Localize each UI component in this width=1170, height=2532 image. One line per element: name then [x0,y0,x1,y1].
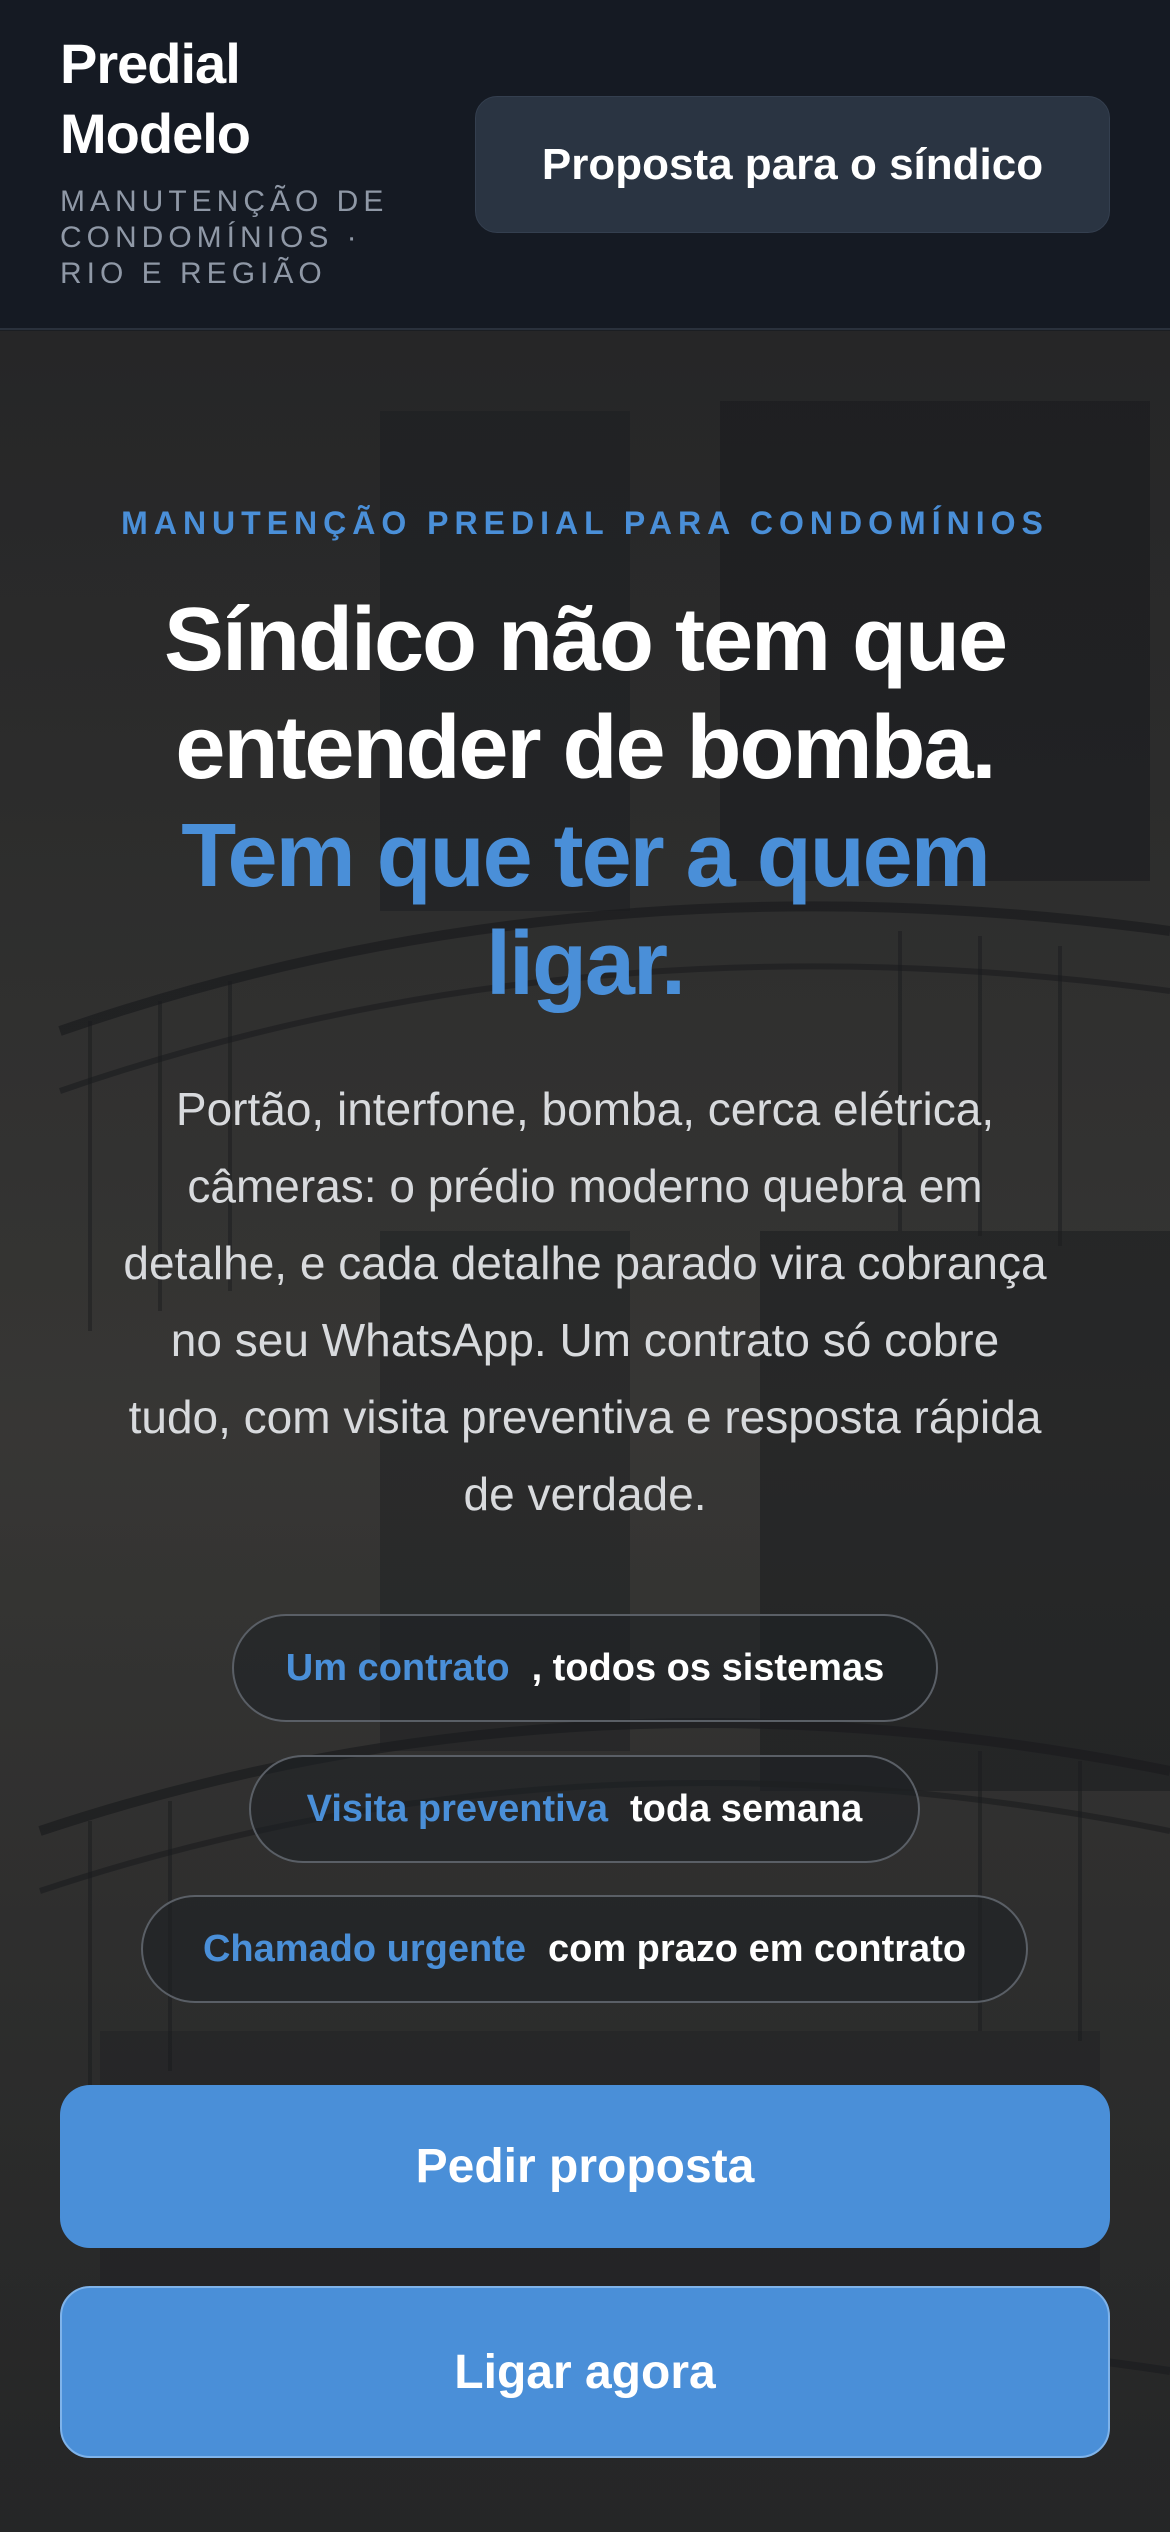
pill-highlight: Visita preventiva [306,1787,609,1830]
lead-line: no seu WhatsApp. Um contrato só cobre [170,1314,1000,1366]
feature-pill-preventive-visit: Visita preventiva toda semana [249,1755,920,1863]
hero-headline: Síndico não tem que entender de bomba. T… [60,586,1110,1018]
pill-text: , todos os sistemas [531,1646,885,1689]
feature-pill-urgent-call: Chamado urgente com prazo em contrato [141,1895,1028,2003]
lead-line: de verdade. [463,1468,707,1520]
request-proposal-button[interactable]: Pedir proposta [60,2085,1110,2248]
feature-pill-contract: Um contrato , todos os sistemas [232,1614,938,1722]
headline-accent-line2: ligar. [485,914,686,1014]
hero-lead: Portão, interfone, bomba, cerca elétrica… [60,1071,1110,1533]
lead-line: Portão, interfone, bomba, cerca elétrica… [175,1083,995,1135]
pill-highlight: Chamado urgente [202,1927,526,1970]
pill-text: toda semana [630,1787,863,1830]
site-header: Predial Modelo MANUTENÇÃO DE CONDOMÍNIOS… [0,0,1170,330]
brand[interactable]: Predial Modelo MANUTENÇÃO DE CONDOMÍNIOS… [60,32,440,292]
hero-eyebrow: MANUTENÇÃO PREDIAL PARA CONDOMÍNIOS [121,505,1049,541]
tagline-line3: RIO E REGIÃO [60,257,327,290]
lead-line: câmeras: o prédio moderno quebra em [187,1160,983,1212]
brand-tagline: MANUTENÇÃO DE CONDOMÍNIOS · RIO E REGIÃO [60,184,440,292]
proposal-button[interactable]: Proposta para o síndico [475,96,1110,233]
headline-line2: entender de bomba. [175,698,996,798]
pill-highlight: Um contrato [285,1646,510,1689]
pill-text: com prazo em contrato [547,1927,967,1970]
headline-line1: Síndico não tem que [163,590,1008,690]
call-now-button[interactable]: Ligar agora [60,2286,1110,2458]
brand-name: Predial Modelo [60,18,440,180]
tagline-line1: MANUTENÇÃO DE [60,185,389,218]
lead-line: detalhe, e cada detalhe parado vira cobr… [123,1237,1047,1289]
brand-name-line2: Modelo [60,102,251,165]
lead-line: tudo, com visita preventiva e resposta r… [128,1391,1042,1443]
tagline-line2: CONDOMÍNIOS · [60,221,362,254]
hero-section: MANUTENÇÃO PREDIAL PARA CONDOMÍNIOS Sínd… [0,331,1170,2532]
headline-accent-line1: Tem que ter a quem [181,806,991,906]
